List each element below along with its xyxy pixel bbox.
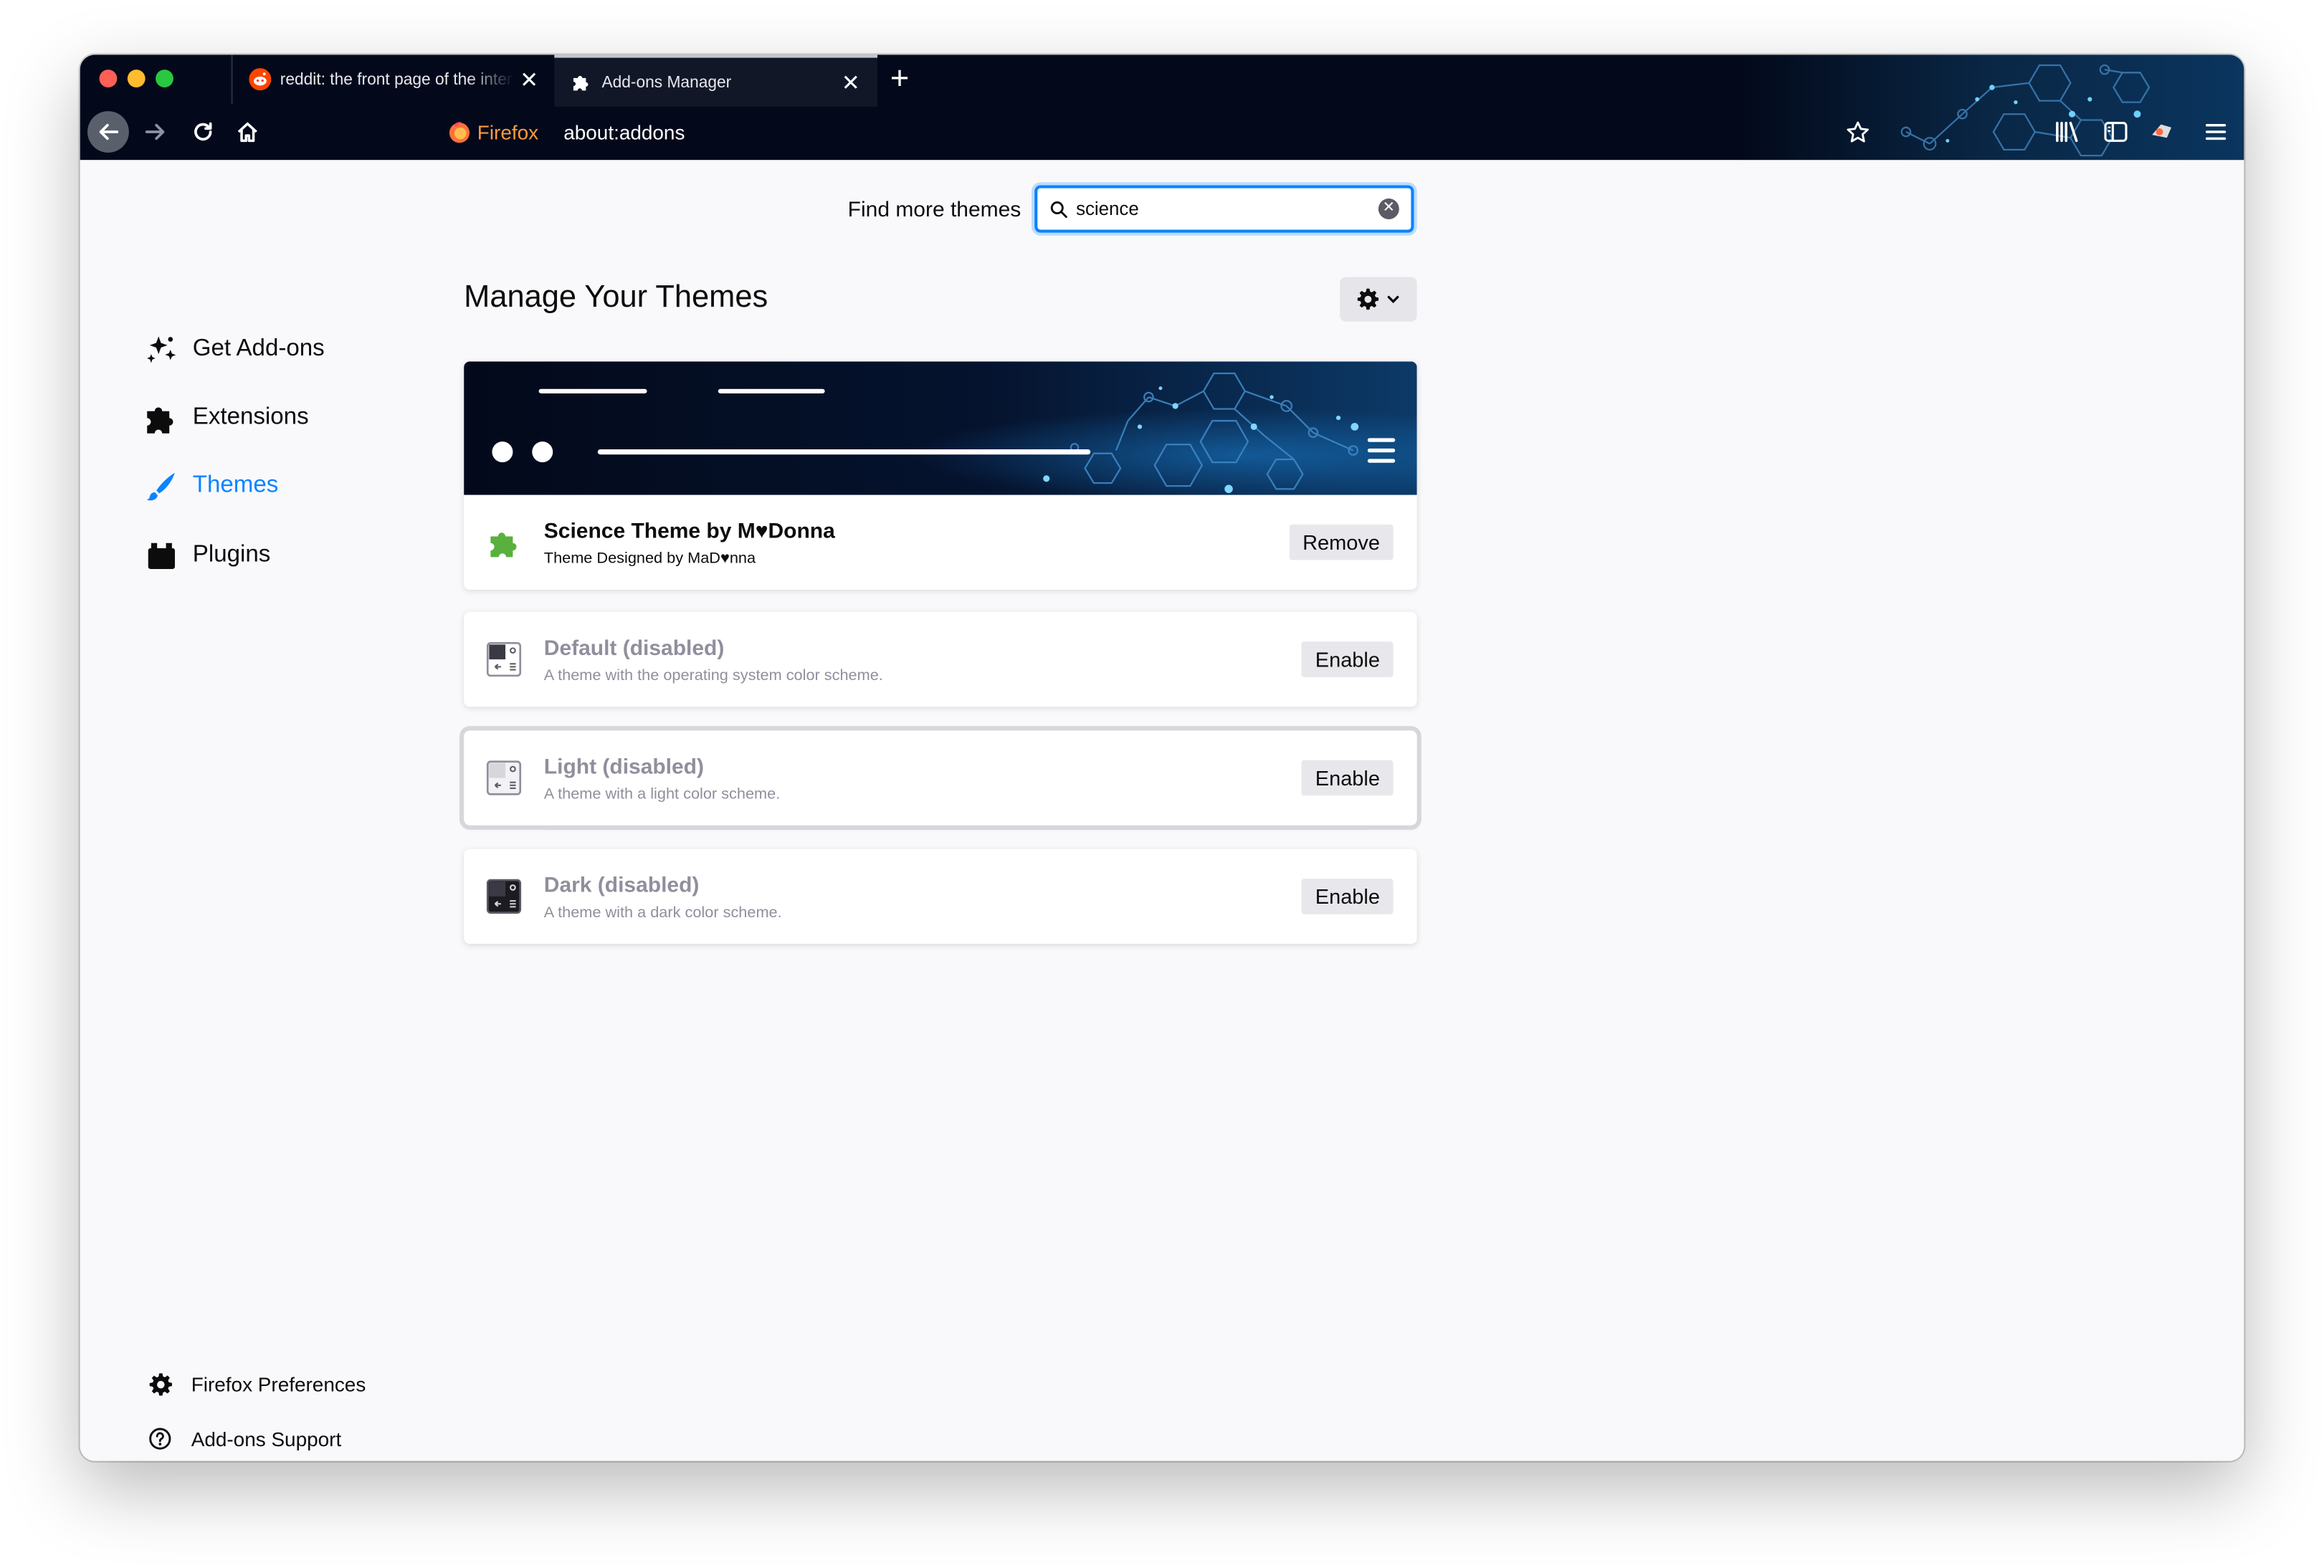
addons-page: Find more themes ✕ Get Add-ons Extension… [80, 160, 2244, 1461]
back-button[interactable] [87, 111, 129, 153]
find-more-themes-label: Find more themes [847, 199, 1021, 223]
tools-menu-button[interactable] [1340, 277, 1417, 322]
enable-button[interactable]: Enable [1302, 879, 1394, 914]
theme-card-row: Default (disabled) A theme with the oper… [464, 612, 1416, 707]
url-text[interactable]: about:addons [563, 121, 685, 143]
tab-addons-manager[interactable]: Add-ons Manager ✕ [554, 54, 878, 107]
sidebar-item-get-addons[interactable]: Get Add-ons [144, 328, 325, 372]
forward-button[interactable] [135, 111, 176, 153]
theme-name: Default (disabled) [543, 637, 725, 661]
reload-icon [194, 122, 212, 141]
help-icon [147, 1425, 173, 1452]
reload-button[interactable] [182, 111, 224, 153]
theme-card-light[interactable]: Light (disabled) A theme with a light co… [464, 730, 1417, 826]
chevron-down-icon [1387, 295, 1399, 304]
sidebar-item-label: Extensions [192, 404, 309, 430]
window-close-button[interactable] [99, 70, 118, 87]
light-theme-icon [486, 760, 522, 795]
sidebar-toggle-button[interactable] [2096, 113, 2135, 151]
enable-button[interactable]: Enable [1302, 641, 1394, 677]
star-icon [1846, 120, 1868, 142]
gear-icon [1357, 288, 1379, 310]
new-tab-button[interactable]: + [883, 59, 915, 98]
back-arrow-icon [99, 123, 119, 140]
search-box[interactable]: ✕ [1034, 185, 1414, 233]
theme-description: A theme with the operating system color … [543, 666, 883, 685]
remove-button[interactable]: Remove [1289, 524, 1394, 560]
browser-window: reddit: the front page of the internet ✕… [80, 54, 2244, 1461]
tab-title: Add-ons Manager [601, 73, 732, 92]
tab-reddit[interactable]: reddit: the front page of the internet ✕ [231, 54, 556, 104]
close-tab-icon[interactable]: ✕ [514, 64, 543, 94]
sidebar-item-themes[interactable]: Themes [144, 464, 279, 508]
sidebar-item-label: Get Add-ons [192, 336, 325, 362]
sidebar-item-extensions[interactable]: Extensions [144, 396, 309, 440]
theme-card-row: Dark (disabled) A theme with a dark colo… [464, 849, 1416, 944]
page-title: Manage Your Themes [464, 279, 768, 315]
sidebar-item-label: Themes [192, 472, 279, 498]
close-tab-icon[interactable]: ✕ [836, 67, 865, 97]
theme-preview-art [464, 361, 1417, 495]
browser-toolbar: reddit: the front page of the internet ✕… [80, 54, 2244, 161]
extension-button[interactable] [2142, 113, 2181, 151]
theme-name: Science Theme by M♥Donna [543, 520, 835, 544]
extension-icon [2151, 124, 2171, 138]
theme-card-row: Light (disabled) A theme with a light co… [464, 730, 1416, 825]
sidebar-item-plugins[interactable]: Plugins [144, 533, 271, 578]
reddit-icon [247, 67, 271, 91]
theme-card-science[interactable]: Science Theme by M♥Donna Theme Designed … [464, 361, 1417, 590]
plugin-icon [144, 538, 180, 574]
puzzle-icon [569, 70, 593, 94]
theme-description: A theme with a dark color scheme. [543, 904, 782, 922]
science-theme-icon [490, 532, 517, 558]
library-icon [2056, 121, 2078, 143]
brush-icon [144, 468, 180, 504]
app-menu-button[interactable] [2196, 113, 2235, 151]
home-button[interactable] [227, 111, 268, 153]
search-input[interactable] [1076, 199, 1378, 220]
default-theme-icon [486, 641, 522, 677]
dark-theme-icon [486, 879, 522, 914]
theme-card-default[interactable]: Default (disabled) A theme with the oper… [464, 611, 1417, 707]
hamburger-menu-icon [2205, 123, 2227, 140]
addons-support-link[interactable]: Add-ons Support [147, 1421, 342, 1457]
window-zoom-button[interactable] [156, 70, 173, 87]
library-button[interactable] [2048, 113, 2087, 151]
theme-card-dark[interactable]: Dark (disabled) A theme with a dark colo… [464, 848, 1417, 945]
theme-preview [464, 361, 1417, 495]
window-minimize-button[interactable] [127, 70, 146, 87]
sidebar-icon [2103, 122, 2127, 142]
theme-description: A theme with a light color scheme. [543, 785, 781, 803]
clear-search-icon[interactable]: ✕ [1378, 199, 1399, 220]
home-icon [237, 122, 257, 143]
get-addons-icon [144, 332, 180, 368]
footer-link-label: Add-ons Support [191, 1428, 342, 1450]
puzzle-icon [144, 400, 180, 436]
identity-label: Firefox [477, 120, 539, 143]
gear-icon [147, 1371, 173, 1397]
theme-card-row: Science Theme by M♥Donna Theme Designed … [464, 495, 1416, 590]
url-bar[interactable]: Firefox about:addons [447, 114, 685, 150]
theme-name: Light (disabled) [543, 755, 704, 780]
enable-button[interactable]: Enable [1302, 760, 1394, 796]
bookmark-star-button[interactable] [1838, 113, 1877, 151]
firefox-logo-icon [449, 122, 470, 143]
tab-title: reddit: the front page of the internet [280, 70, 515, 89]
forward-arrow-icon [145, 123, 165, 140]
search-icon [1049, 199, 1069, 219]
identity-box[interactable]: Firefox [447, 120, 538, 143]
sidebar-item-label: Plugins [192, 542, 271, 568]
theme-description: Theme Designed by MaD♥nna [543, 550, 756, 568]
firefox-preferences-link[interactable]: Firefox Preferences [147, 1366, 366, 1402]
theme-name: Dark (disabled) [543, 874, 700, 898]
footer-link-label: Firefox Preferences [191, 1372, 366, 1395]
nav-bar: Firefox about:addons [80, 105, 2244, 161]
